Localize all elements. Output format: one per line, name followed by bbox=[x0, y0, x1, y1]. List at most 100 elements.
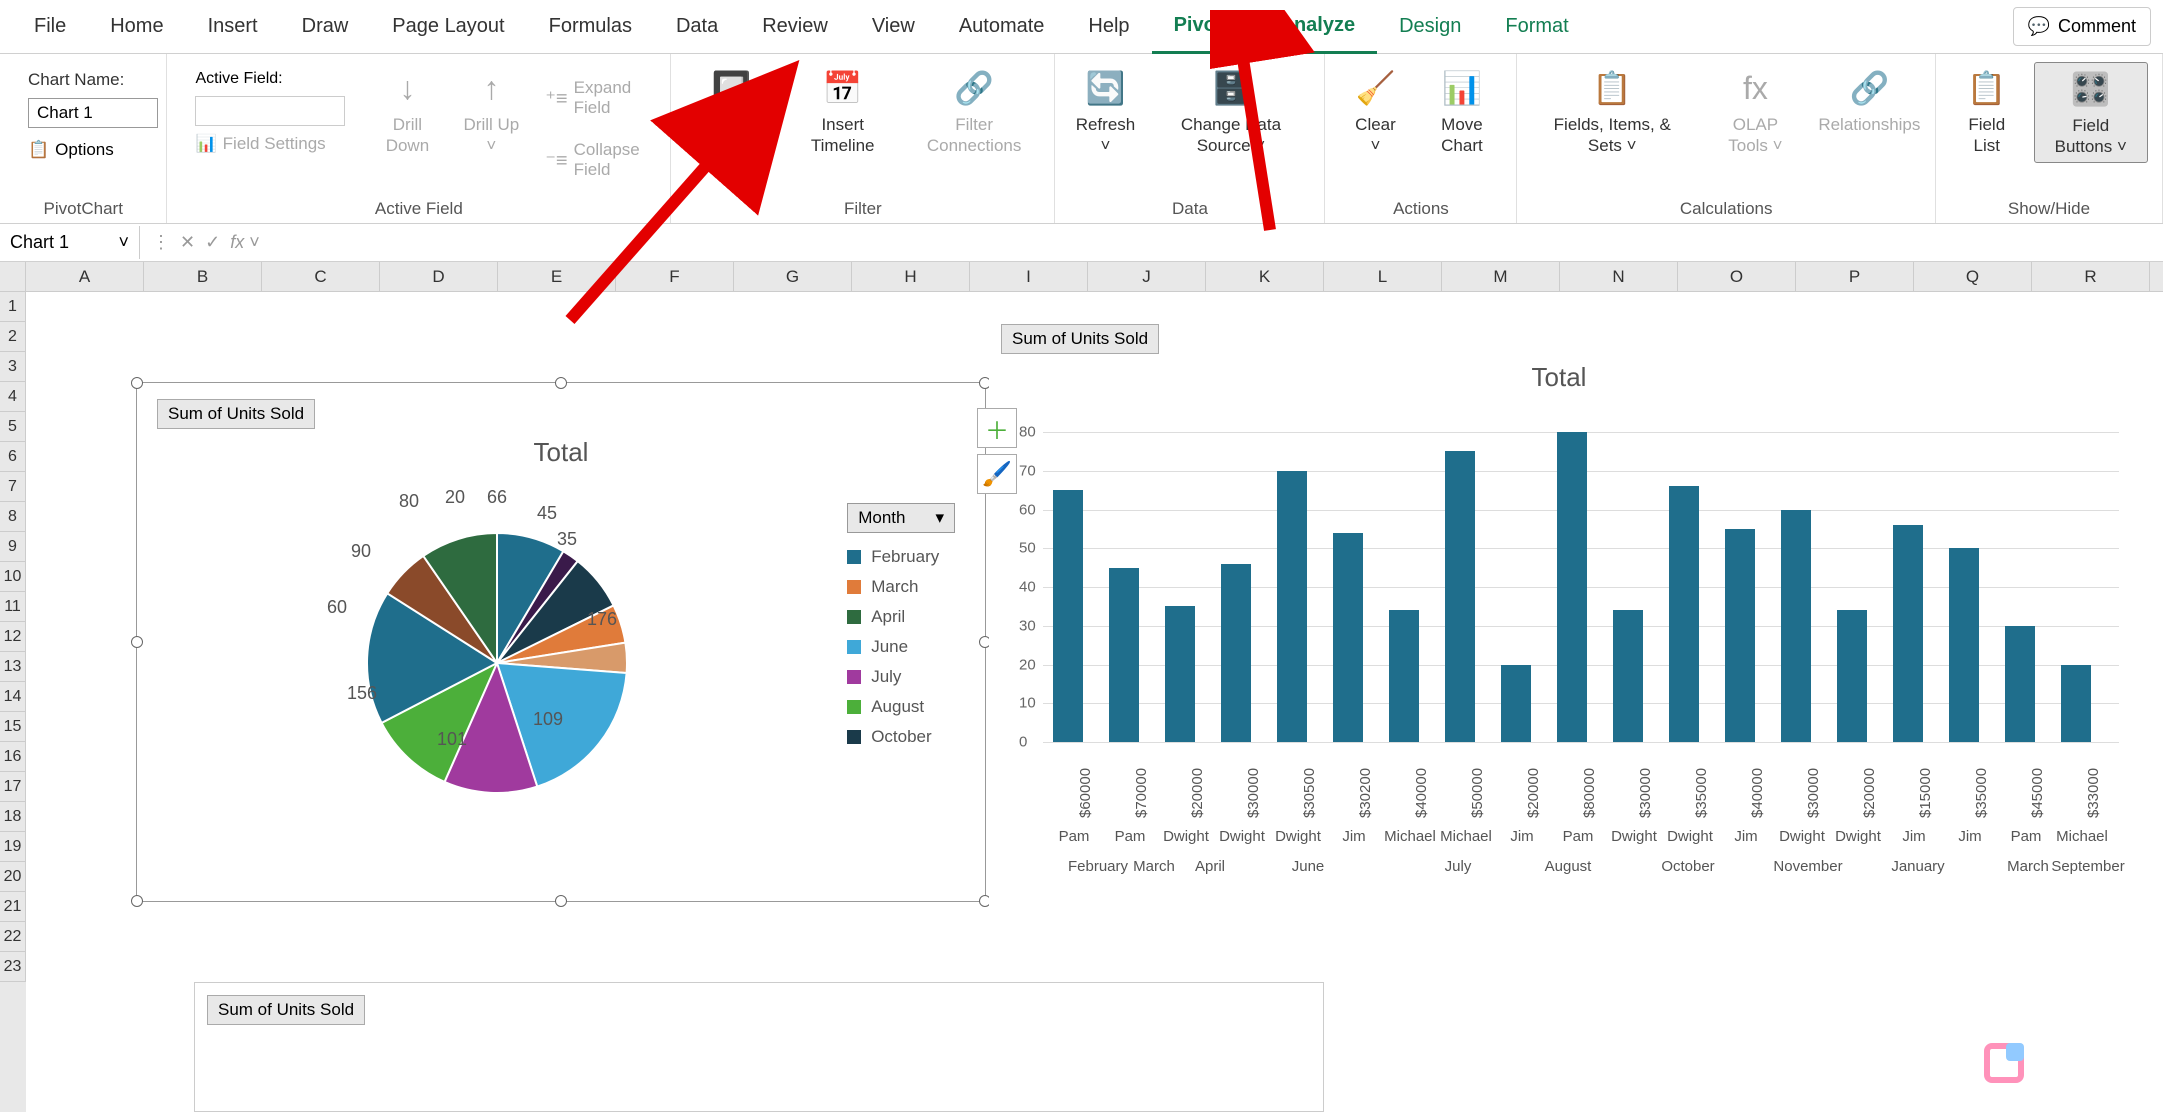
pie-legend-dropdown[interactable]: Month ▾ bbox=[847, 503, 955, 533]
dots-icon[interactable]: ⋮ bbox=[152, 232, 170, 253]
drill-up-button[interactable]: ↑ Drill Up ˅ bbox=[455, 62, 527, 161]
row-6[interactable]: 6 bbox=[0, 442, 26, 472]
change-data-source-button[interactable]: 🗄️ Change Data Source ˅ bbox=[1151, 62, 1310, 161]
resize-handle-bm[interactable] bbox=[555, 895, 567, 907]
options-button[interactable]: 📋 Options bbox=[28, 136, 158, 164]
formula-input[interactable] bbox=[272, 227, 2163, 259]
tab-pivotchart-analyze[interactable]: PivotChart Analyze bbox=[1152, 0, 1378, 54]
field-buttons-button[interactable]: 🎛️ Field Buttons ˅ bbox=[2034, 62, 2148, 163]
bar-value-field-button[interactable]: Sum of Units Sold bbox=[1001, 324, 1159, 354]
row-7[interactable]: 7 bbox=[0, 472, 26, 502]
drill-down-button[interactable]: ↓ Drill Down bbox=[369, 62, 445, 161]
field-list-button[interactable]: 📋 Field List bbox=[1950, 62, 2024, 161]
col-N[interactable]: N bbox=[1560, 262, 1678, 291]
col-K[interactable]: K bbox=[1206, 262, 1324, 291]
resize-handle-tl[interactable] bbox=[131, 377, 143, 389]
col-F[interactable]: F bbox=[616, 262, 734, 291]
insert-slicer-button[interactable]: 🔲 Insert Slicer bbox=[685, 62, 777, 161]
tab-home[interactable]: Home bbox=[88, 1, 185, 52]
col-Q[interactable]: Q bbox=[1914, 262, 2032, 291]
name-box[interactable]: Chart 1 ˅ bbox=[0, 226, 140, 259]
resize-handle-ml[interactable] bbox=[131, 636, 143, 648]
select-all-corner[interactable] bbox=[0, 262, 26, 291]
row-19[interactable]: 19 bbox=[0, 832, 26, 862]
col-A[interactable]: A bbox=[26, 262, 144, 291]
bar[interactable] bbox=[2005, 626, 2035, 742]
pie-chart[interactable]: Sum of Units Sold Total 80 20 66 45 35 1… bbox=[136, 382, 986, 902]
bar[interactable] bbox=[1557, 432, 1587, 742]
active-field-input[interactable] bbox=[195, 96, 345, 126]
row-20[interactable]: 20 bbox=[0, 862, 26, 892]
tab-file[interactable]: File bbox=[12, 1, 88, 52]
collapse-field-button[interactable]: ⁻≡ Collapse Field bbox=[537, 134, 656, 186]
bar[interactable] bbox=[1389, 610, 1419, 742]
bar[interactable] bbox=[1053, 490, 1083, 742]
legend-item[interactable]: August bbox=[847, 697, 955, 717]
col-E[interactable]: E bbox=[498, 262, 616, 291]
row-18[interactable]: 18 bbox=[0, 802, 26, 832]
col-H[interactable]: H bbox=[852, 262, 970, 291]
bar-plot-area[interactable]: 01020304050607080$60000Pam$70000Pam$2000… bbox=[1043, 432, 2119, 742]
chart-styles-button[interactable]: 🖌️ bbox=[977, 454, 1017, 494]
tab-insert[interactable]: Insert bbox=[186, 1, 280, 52]
col-P[interactable]: P bbox=[1796, 262, 1914, 291]
third-chart[interactable]: Sum of Units Sold bbox=[194, 982, 1324, 1112]
tab-draw[interactable]: Draw bbox=[280, 1, 371, 52]
cells-area[interactable]: Sum of Units Sold Total 80 20 66 45 35 1… bbox=[26, 292, 2163, 1112]
col-G[interactable]: G bbox=[734, 262, 852, 291]
tab-help[interactable]: Help bbox=[1066, 1, 1151, 52]
row-5[interactable]: 5 bbox=[0, 412, 26, 442]
refresh-button[interactable]: 🔄 Refresh˅ bbox=[1069, 62, 1141, 161]
row-2[interactable]: 2 bbox=[0, 322, 26, 352]
bar[interactable] bbox=[1893, 525, 1923, 742]
row-23[interactable]: 23 bbox=[0, 952, 26, 982]
bar[interactable] bbox=[1165, 606, 1195, 742]
tab-data[interactable]: Data bbox=[654, 1, 740, 52]
row-3[interactable]: 3 bbox=[0, 352, 26, 382]
bar[interactable] bbox=[2061, 665, 2091, 743]
filter-connections-button[interactable]: 🔗 Filter Connections bbox=[908, 62, 1041, 161]
relationships-button[interactable]: 🔗 Relationships bbox=[1818, 62, 1921, 139]
cancel-icon[interactable]: ✕ bbox=[180, 232, 195, 253]
bar[interactable] bbox=[1669, 486, 1699, 742]
tab-design[interactable]: Design bbox=[1377, 1, 1483, 52]
col-I[interactable]: I bbox=[970, 262, 1088, 291]
bar[interactable] bbox=[1501, 665, 1531, 743]
row-8[interactable]: 8 bbox=[0, 502, 26, 532]
col-M[interactable]: M bbox=[1442, 262, 1560, 291]
row-4[interactable]: 4 bbox=[0, 382, 26, 412]
row-15[interactable]: 15 bbox=[0, 712, 26, 742]
tab-automate[interactable]: Automate bbox=[937, 1, 1067, 52]
row-10[interactable]: 10 bbox=[0, 562, 26, 592]
col-O[interactable]: O bbox=[1678, 262, 1796, 291]
bar[interactable] bbox=[1333, 533, 1363, 742]
expand-field-button[interactable]: ⁺≡ Expand Field bbox=[537, 72, 656, 124]
tab-page-layout[interactable]: Page Layout bbox=[370, 1, 526, 52]
field-settings-button[interactable]: 📊 Field Settings bbox=[195, 134, 345, 154]
row-13[interactable]: 13 bbox=[0, 652, 26, 682]
resize-handle-bl[interactable] bbox=[131, 895, 143, 907]
olap-tools-button[interactable]: fx OLAP Tools ˅ bbox=[1703, 62, 1808, 161]
tab-format[interactable]: Format bbox=[1483, 1, 1590, 52]
legend-item[interactable]: February bbox=[847, 547, 955, 567]
row-17[interactable]: 17 bbox=[0, 772, 26, 802]
legend-item[interactable]: July bbox=[847, 667, 955, 687]
fx-icon[interactable]: fx ˅ bbox=[230, 232, 260, 253]
bar-chart-title[interactable]: Total bbox=[989, 362, 2129, 393]
row-16[interactable]: 16 bbox=[0, 742, 26, 772]
move-chart-button[interactable]: 📊 Move Chart bbox=[1421, 62, 1502, 161]
check-icon[interactable]: ✓ bbox=[205, 232, 220, 253]
legend-item[interactable]: March bbox=[847, 577, 955, 597]
resize-handle-tm[interactable] bbox=[555, 377, 567, 389]
col-B[interactable]: B bbox=[144, 262, 262, 291]
bar[interactable] bbox=[1277, 471, 1307, 742]
row-11[interactable]: 11 bbox=[0, 592, 26, 622]
col-C[interactable]: C bbox=[262, 262, 380, 291]
chart-name-input[interactable] bbox=[28, 98, 158, 128]
third-value-field-button[interactable]: Sum of Units Sold bbox=[207, 995, 365, 1025]
bar[interactable] bbox=[1781, 510, 1811, 743]
pie-chart-title[interactable]: Total bbox=[137, 437, 985, 468]
col-J[interactable]: J bbox=[1088, 262, 1206, 291]
row-9[interactable]: 9 bbox=[0, 532, 26, 562]
row-22[interactable]: 22 bbox=[0, 922, 26, 952]
